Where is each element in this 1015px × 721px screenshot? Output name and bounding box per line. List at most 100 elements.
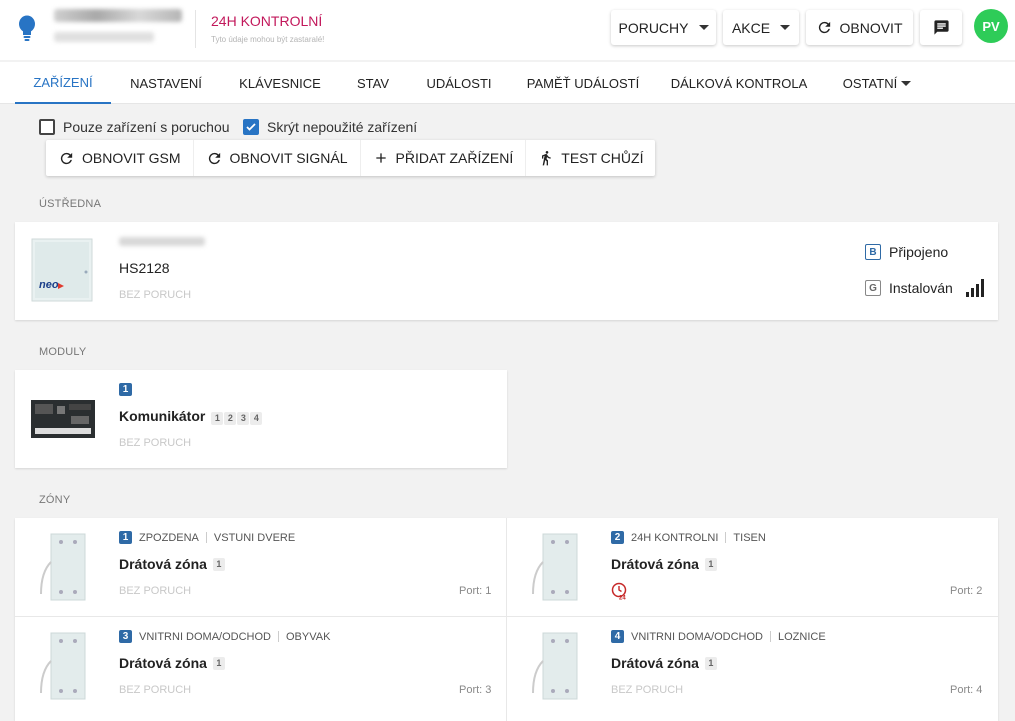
tab-remote-check[interactable]: DÁLKOVÁ KONTROLA (664, 62, 814, 104)
device-action-bar: OBNOVIT GSM OBNOVIT SIGNÁL PŘIDAT ZAŘÍZE… (46, 140, 656, 176)
zone-3-name-row: Drátová zóna 1 (119, 655, 226, 671)
site-name-redacted (54, 9, 182, 22)
check-icon (246, 123, 256, 131)
zone-name: Drátová zóna (119, 556, 207, 572)
tab-keypads[interactable]: KLÁVESNICE (228, 62, 332, 104)
communicator-module-image (31, 400, 95, 438)
add-device-label: PŘIDAT ZAŘÍZENÍ (395, 150, 514, 166)
panel-connection-status: B Připojeno (865, 244, 948, 260)
walk-test-button[interactable]: TEST CHŮZÍ (526, 140, 655, 176)
zone-type: VNITRNI DOMA/ODCHOD (631, 630, 763, 643)
module-card[interactable]: 1 Komunikátor 1234 BEZ PORUCH (15, 370, 507, 468)
actions-button-label: AKCE (731, 19, 771, 36)
zone-type: 24H KONTROLNI (631, 531, 719, 544)
zone-chip: 1 (704, 656, 717, 670)
zone-number-badge: 3 (119, 630, 132, 643)
walk-test-label: TEST CHŮZÍ (561, 150, 644, 166)
zone-item-2[interactable]: 2 24H KONTROLNI TISEN Drátová zóna 1 24 … (507, 518, 998, 616)
zone-chip: 1 (212, 656, 225, 670)
tab-status[interactable]: STAV (343, 62, 403, 104)
zone-2-name-row: Drátová zóna 1 (611, 556, 718, 572)
zone-number-badge: 1 (119, 531, 132, 544)
tab-settings[interactable]: NASTAVENÍ (118, 62, 214, 104)
zone-header-separator (725, 532, 727, 543)
zone-number-badge: 4 (611, 630, 624, 643)
zone-header-separator (278, 631, 279, 642)
zone-1-name-row: Drátová zóna 1 (119, 556, 226, 572)
panel-card[interactable]: neo HS2128 BEZ PORUCH B Připojeno G Inst… (15, 222, 998, 320)
zone-name: Drátová zóna (611, 556, 699, 572)
tab-other[interactable]: OSTATNÍ (832, 62, 922, 104)
zone-header-separator (770, 631, 771, 642)
header-divider (195, 10, 196, 48)
module-chip: 2 (224, 411, 237, 425)
add-device-button[interactable]: PŘIDAT ZAŘÍZENÍ (361, 140, 527, 176)
wired-sensor-image (40, 632, 86, 700)
refresh-button[interactable]: OBNOVIT (806, 10, 913, 45)
alert-title: 24H KONTROLNÍ (211, 13, 323, 29)
chevron-down-icon (698, 25, 709, 30)
panel-serial-redacted (119, 237, 205, 246)
module-chip: 3 (237, 411, 250, 425)
section-label-modules: MODULY (39, 346, 87, 358)
zone-1-header: 1 ZPOZDENA VSTUNI DVERE (119, 531, 295, 544)
plus-icon (375, 153, 386, 163)
connection-letter-badge: B (865, 244, 881, 260)
zone-4-name-row: Drátová zóna 1 (611, 655, 718, 671)
alarm-24h-text: 24 (619, 596, 626, 601)
chevron-down-icon (780, 25, 791, 30)
faults-dropdown-button[interactable]: PORUCHY (611, 10, 716, 45)
section-label-zones: ZÓNY (39, 494, 71, 506)
zone-status: BEZ PORUCH (611, 684, 684, 696)
control-panel-image: neo (31, 238, 93, 302)
zone-name: Drátová zóna (611, 655, 699, 671)
zone-item-1[interactable]: 1 ZPOZDENA VSTUNI DVERE Drátová zóna 1 B… (15, 518, 506, 616)
lightbulb-icon (19, 15, 35, 41)
faulty-only-checkbox[interactable] (39, 119, 55, 135)
tab-bar: ZAŘÍZENÍ NASTAVENÍ KLÁVESNICE STAV UDÁLO… (0, 62, 1015, 104)
refresh-button-label: OBNOVIT (839, 19, 903, 36)
hide-unused-label: Skrýt nepoužité zařízení (267, 119, 418, 135)
panel-install-status: G Instalován (865, 279, 985, 297)
site-address-redacted (54, 32, 154, 42)
walking-person-icon (542, 151, 551, 166)
messages-button[interactable] (920, 10, 962, 45)
user-avatar[interactable]: PV (974, 9, 1008, 43)
refresh-gsm-button[interactable]: OBNOVIT GSM (46, 140, 194, 176)
section-label-panel: ÚSTŘEDNA (39, 198, 102, 210)
wired-sensor-image (532, 533, 578, 601)
alarm-24h-icon: 24 (611, 582, 626, 601)
wired-sensor-image (40, 533, 86, 601)
refresh-icon (819, 21, 831, 34)
filter-hide-unused[interactable]: Skrýt nepoužité zařízení (243, 118, 417, 136)
zone-location: LOZNICE (778, 630, 826, 643)
install-letter-badge: G (865, 280, 881, 296)
refresh-signal-label: OBNOVIT SIGNÁL (229, 150, 348, 166)
refresh-gsm-label: OBNOVIT GSM (82, 150, 181, 166)
hide-unused-checkbox[interactable] (243, 119, 259, 135)
zone-header-separator (205, 532, 207, 543)
signal-strength-icon (965, 279, 984, 297)
panel-status: BEZ PORUCH (119, 289, 192, 301)
module-status: BEZ PORUCH (119, 437, 192, 449)
zone-status: BEZ PORUCH (119, 585, 192, 597)
refresh-signal-button[interactable]: OBNOVIT SIGNÁL (194, 140, 361, 176)
tab-event-memory[interactable]: PAMĚŤ UDÁLOSTÍ (516, 62, 650, 104)
module-name: Komunikátor (119, 408, 206, 425)
wired-sensor-image (532, 632, 578, 700)
zone-item-4[interactable]: 4 VNITRNI DOMA/ODCHOD LOZNICE Drátová zó… (507, 617, 998, 715)
chevron-down-icon (901, 80, 912, 86)
zone-type: ZPOZDENA (139, 531, 199, 544)
zone-port: Port: 3 (459, 684, 492, 696)
actions-dropdown-button[interactable]: AKCE (723, 10, 799, 45)
module-chip: 1 (211, 411, 224, 425)
tab-events[interactable]: UDÁLOSTI (416, 62, 502, 104)
panel-brand-text: neo (39, 279, 59, 291)
zone-number-badge: 2 (611, 531, 624, 544)
refresh-icon (60, 152, 73, 164)
zone-location: OBYVAK (286, 630, 331, 643)
tab-devices[interactable]: ZAŘÍZENÍ (15, 62, 111, 104)
filter-faulty-only[interactable]: Pouze zařízení s poruchou (39, 118, 230, 136)
zone-item-3[interactable]: 3 VNITRNI DOMA/ODCHOD OBYVAK Drátová zón… (15, 617, 506, 715)
zone-location: VSTUNI DVERE (213, 531, 296, 544)
